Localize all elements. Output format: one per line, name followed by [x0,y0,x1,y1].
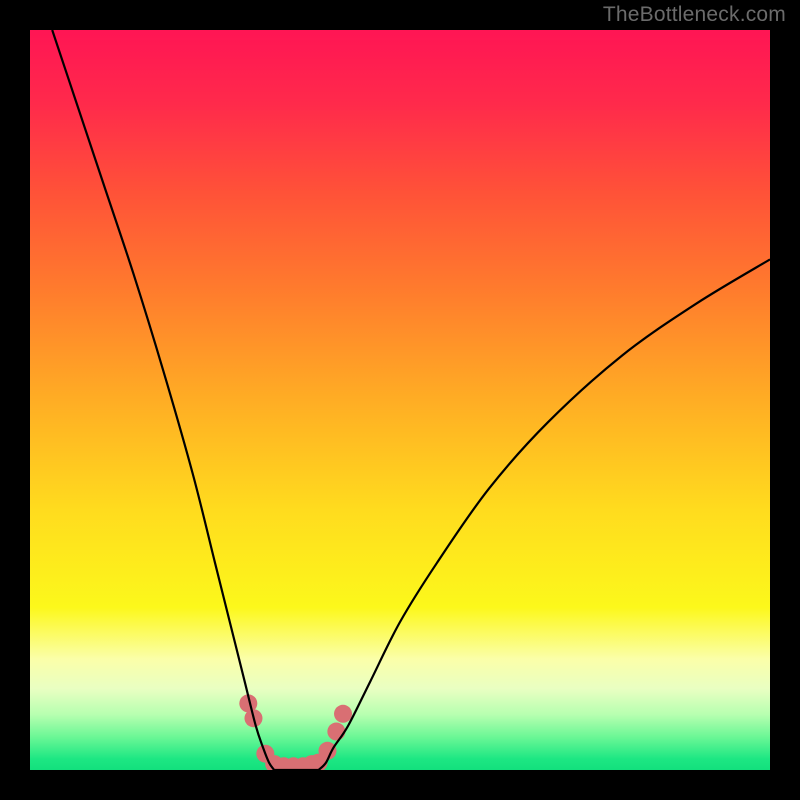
plot-area [30,30,770,770]
marker-dot [334,705,352,723]
chart-frame: TheBottleneck.com [0,0,800,800]
marker-dot [327,723,345,741]
bottleneck-curve [52,30,770,770]
marker-dots [239,694,352,770]
curve-layer [30,30,770,770]
watermark-text: TheBottleneck.com [603,3,786,27]
marker-dot [318,742,336,760]
